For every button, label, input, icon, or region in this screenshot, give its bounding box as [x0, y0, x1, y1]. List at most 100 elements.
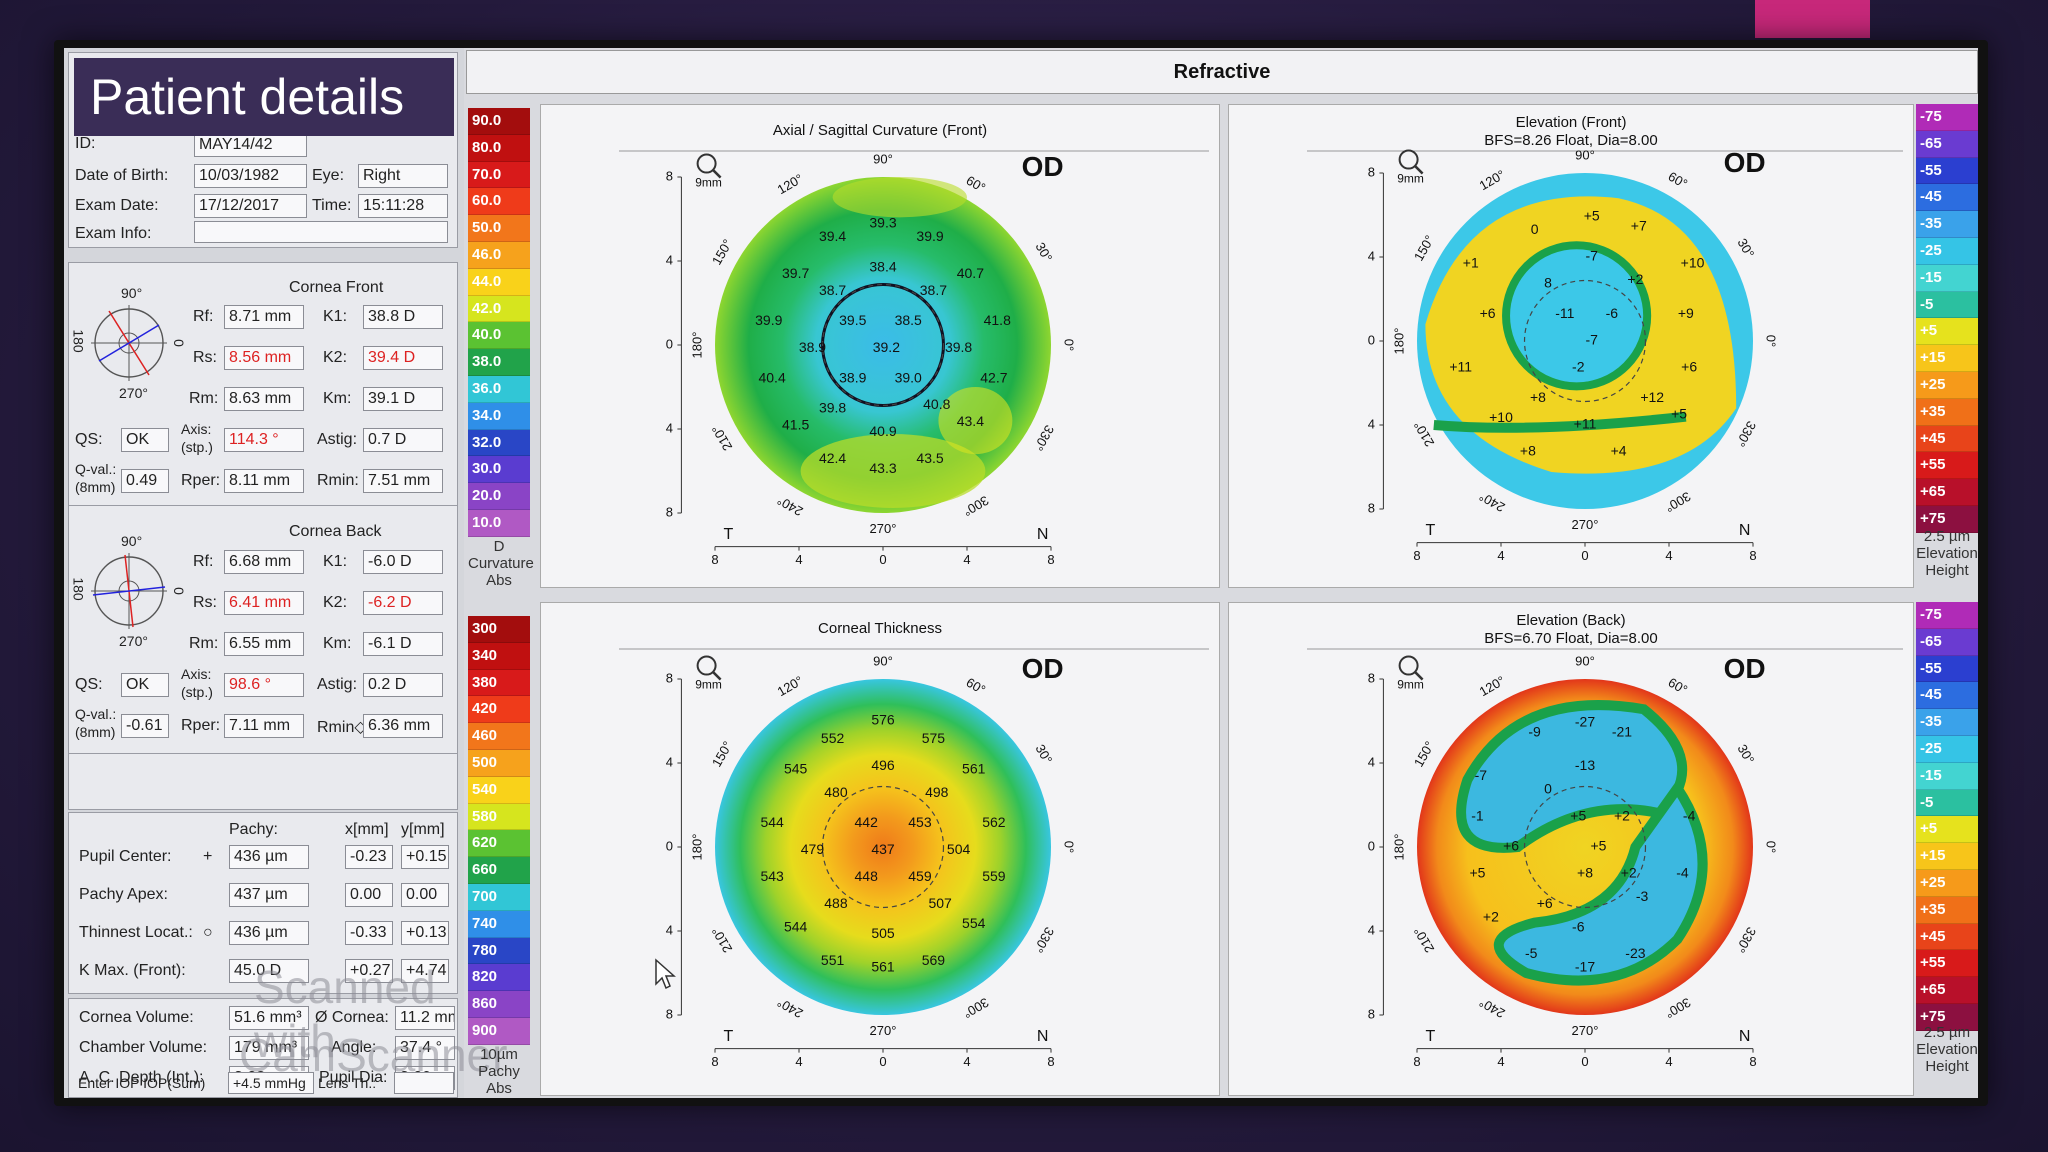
- map-value-label: -7: [1585, 332, 1598, 348]
- compass-degree-label: 60°: [1666, 169, 1691, 192]
- scale-cell: -35: [1916, 211, 1978, 238]
- front-axis-field: 114.3 °: [224, 428, 304, 452]
- back-dial-0-label: 0: [170, 587, 187, 595]
- dob-field[interactable]: 10/03/1982: [194, 164, 307, 188]
- map-value-label: 543: [760, 868, 784, 884]
- x-tick-label: 0: [1581, 548, 1588, 563]
- front-qval-field: 0.49: [121, 469, 169, 493]
- scale-cell: 10.0: [468, 509, 530, 537]
- scale-cell: -65: [1916, 628, 1978, 656]
- scale-footer-label: Elevation: [1916, 545, 1978, 562]
- front-rs-field: 8.56 mm: [224, 346, 304, 370]
- compass-degree-label: 30°: [1735, 236, 1758, 261]
- scale-cell: +55: [1916, 950, 1978, 978]
- map-value-label: 42.4: [819, 450, 846, 466]
- compass-degree-label: 300°: [1663, 489, 1694, 515]
- scale-cell: -15: [1916, 762, 1978, 790]
- scale-cell: 780: [468, 937, 530, 965]
- zoom-magnifier-icon[interactable]: [1398, 149, 1424, 175]
- time-field[interactable]: 15:11:28: [358, 194, 448, 218]
- compass-degree-label: 30°: [1033, 742, 1056, 767]
- map-value-label: 43.4: [957, 413, 984, 429]
- corneal-thickness-map-panel[interactable]: Corneal Thickness OD 9mm 8 8 4 4 0 0 4 4 8 8 T N 90° 60°…: [540, 602, 1220, 1096]
- zoom-magnifier-icon[interactable]: [1398, 655, 1424, 681]
- x-col-header: x[mm]: [345, 821, 389, 838]
- map-value-label: 38.7: [819, 282, 846, 298]
- y-tick-label: 4: [1368, 754, 1375, 769]
- scale-cell: +15: [1916, 843, 1978, 870]
- map-value-label: +12: [1640, 389, 1664, 405]
- x-tick-label: 4: [1665, 548, 1672, 563]
- map-value-label: 544: [784, 918, 808, 934]
- exam-info-field[interactable]: [194, 221, 448, 243]
- tab-refractive[interactable]: Refractive: [466, 50, 1978, 94]
- back-k2-label: K2:: [323, 594, 348, 611]
- map-value-label: +8: [1577, 865, 1593, 881]
- scale-footer-label: Height: [1925, 1058, 1969, 1075]
- map-value-label: 42.7: [980, 369, 1007, 385]
- compass-degree-label: 30°: [1735, 742, 1758, 767]
- cornea-params-box: Cornea Front 90° 270° 180 0 Rf: 8.71 mm …: [68, 262, 458, 810]
- y-tick-label: 4: [666, 754, 673, 769]
- map-value-label: -5: [1525, 945, 1538, 961]
- map-value-label: +6: [1480, 305, 1496, 321]
- map-value-label: 39.9: [755, 312, 782, 328]
- compass-degree-label: 0°: [1061, 339, 1076, 351]
- back-8mm-label: (8mm): [75, 724, 116, 740]
- scale-footer-label: Abs: [486, 572, 512, 589]
- scale-cell: 34.0: [468, 402, 530, 430]
- front-stp-label: (stp.): [181, 439, 213, 455]
- scale-cell: +65: [1916, 479, 1978, 506]
- y-tick-label: 8: [666, 168, 673, 183]
- zoom-magnifier-icon[interactable]: [696, 655, 722, 681]
- x-tick-label: 4: [1497, 548, 1504, 563]
- map-value-label: 437: [871, 841, 895, 857]
- compass-degree-label: 270°: [870, 521, 897, 536]
- elevation-back-map-panel[interactable]: Elevation (Back) BFS=6.70 Float, Dia=8.00…: [1228, 602, 1914, 1096]
- scale-cell: 700: [468, 883, 530, 911]
- nasal-label: N: [1739, 1028, 1751, 1045]
- divider: [69, 753, 457, 754]
- elevation-front-color-scale: -75 -65 -55 -45 -35 -25 -15 -5 +5 +15 +25 +35 +45 +55…: [1916, 104, 1978, 533]
- back-axis-field: 98.6 °: [224, 673, 304, 697]
- scale-cell: +25: [1916, 371, 1978, 399]
- nasal-label: N: [1037, 526, 1049, 543]
- compass-degree-label: 330°: [1733, 925, 1759, 956]
- x-tick-label: 0: [879, 552, 886, 567]
- map-value-label: +2: [1483, 908, 1499, 924]
- pachy-color-scale: 300 340 380 420 460 500 540 580 620 660 700 740 780 8…: [468, 616, 530, 1045]
- map-value-label: 505: [871, 925, 895, 941]
- compass-degree-label: 120°: [1477, 167, 1508, 193]
- y-col-header: y[mm]: [401, 821, 445, 838]
- x-tick-label: 8: [711, 552, 718, 567]
- zoom-magnifier-icon[interactable]: [696, 153, 722, 179]
- map-value-label: 38.5: [895, 312, 922, 328]
- y-tick-label: 0: [666, 838, 673, 853]
- map-value-label: 479: [801, 841, 825, 857]
- scale-cell: +45: [1916, 425, 1978, 453]
- map-value-label: 554: [962, 915, 986, 931]
- id-field[interactable]: MAY14/42: [194, 133, 307, 157]
- back-rm-field: 6.55 mm: [224, 632, 304, 656]
- scale-footer-label: Height: [1925, 562, 1969, 579]
- exam-date-field[interactable]: 17/12/2017: [194, 194, 307, 218]
- scale-cell: 820: [468, 964, 530, 992]
- pachy-row-value: 437 µm: [229, 883, 309, 907]
- map-title: Elevation (Back): [1516, 612, 1625, 629]
- map-value-label: 561: [871, 959, 895, 975]
- map-value-label: 39.8: [819, 400, 846, 416]
- back-km-label: Km:: [323, 635, 352, 652]
- x-tick-label: 8: [711, 1054, 718, 1069]
- eye-field[interactable]: Right: [358, 164, 448, 188]
- pachy-row-label: Thinnest Locat.:: [79, 924, 193, 941]
- front-qval-label: Q-val.:: [75, 461, 117, 477]
- map-title: Elevation (Front): [1516, 114, 1627, 131]
- map-value-label: -2: [1572, 359, 1585, 375]
- y-tick-label: 8: [1368, 164, 1375, 179]
- back-qval-label: Q-val.:: [75, 706, 117, 722]
- elevation-front-map-panel[interactable]: Elevation (Front) BFS=8.26 Float, Dia=8.0…: [1228, 104, 1914, 588]
- axial-curvature-map-panel[interactable]: Axial / Sagittal Curvature (Front) OD 9mm 8…: [540, 104, 1220, 588]
- map-value-label: 453: [908, 814, 932, 830]
- front-rper-field: 8.11 mm: [224, 469, 304, 493]
- compass-degree-label: 210°: [1411, 925, 1437, 956]
